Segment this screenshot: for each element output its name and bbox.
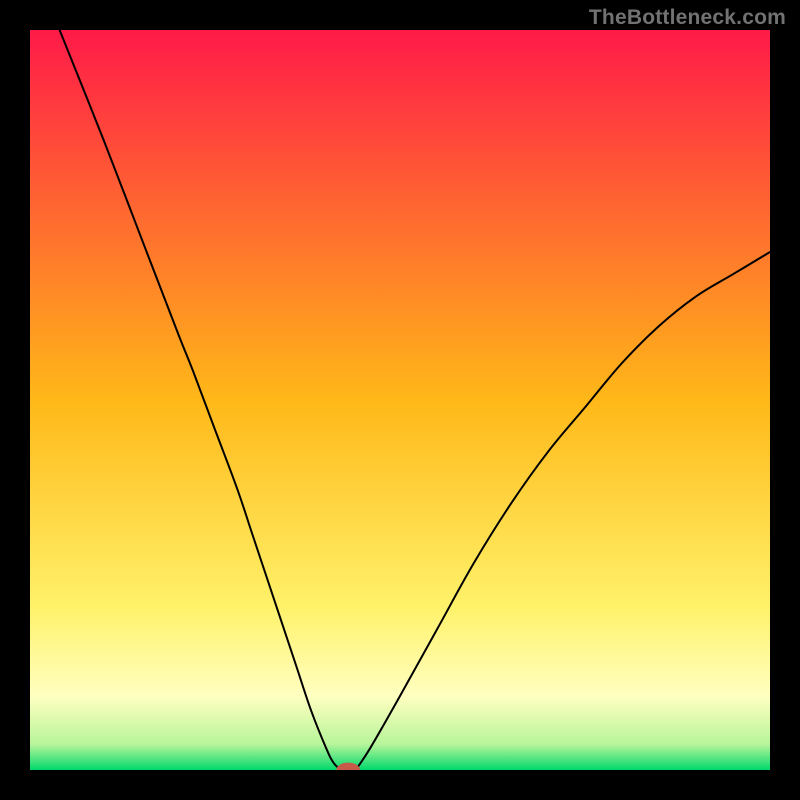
watermark-text: TheBottleneck.com xyxy=(589,6,786,30)
plot-area xyxy=(30,30,770,770)
gradient-background xyxy=(30,30,770,770)
chart-frame: TheBottleneck.com xyxy=(0,0,800,800)
bottleneck-chart-svg xyxy=(30,30,770,770)
